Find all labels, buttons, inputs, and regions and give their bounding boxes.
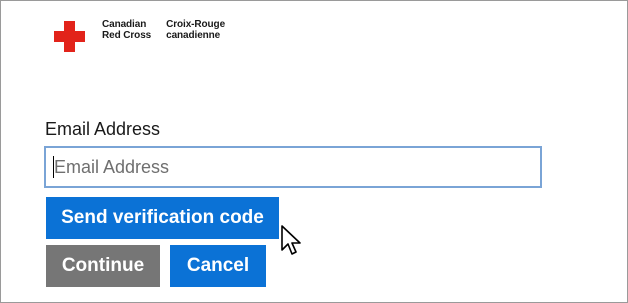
brand-wordmark: Canadian Red Cross Croix-Rouge canadienn… [102, 19, 225, 41]
continue-button[interactable]: Continue [46, 245, 160, 287]
email-label: Email Address [45, 119, 161, 139]
email-field[interactable] [44, 146, 542, 188]
brand-name-en-line1: Canadian [102, 19, 147, 30]
red-cross-icon [54, 21, 85, 52]
brand-name-fr-line1: Croix-Rouge [166, 19, 226, 30]
cancel-button[interactable]: Cancel [170, 245, 266, 287]
mouse-pointer-icon [281, 225, 301, 255]
brand-name-fr-line2: canadienne [166, 30, 221, 41]
brand-name-fr: Croix-Rouge canadienne [166, 19, 225, 41]
brand-name-en-line2: Red Cross [102, 30, 152, 41]
page-frame: Canadian Red Cross Croix-Rouge canadienn… [0, 0, 628, 303]
text-caret [53, 156, 54, 178]
send-verification-code-button[interactable]: Send verification code [46, 197, 279, 239]
brand-name-en: Canadian Red Cross [102, 19, 151, 41]
brand-logo[interactable]: Canadian Red Cross Croix-Rouge canadienn… [54, 19, 225, 52]
